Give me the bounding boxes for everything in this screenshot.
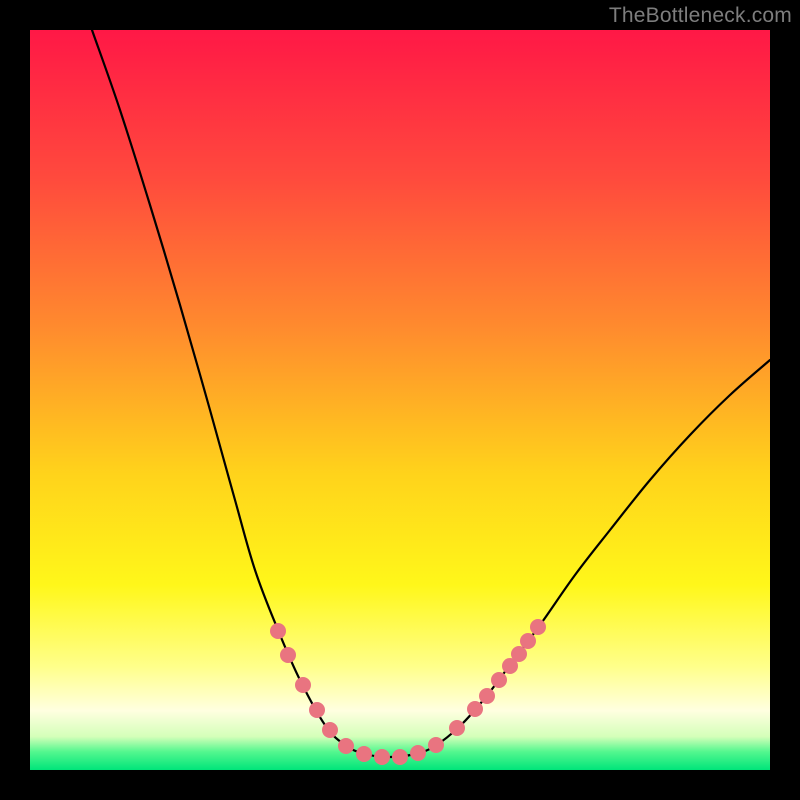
data-marker bbox=[520, 633, 536, 649]
data-marker bbox=[428, 737, 444, 753]
data-marker bbox=[270, 623, 286, 639]
curve-layer bbox=[30, 30, 770, 770]
data-marker bbox=[322, 722, 338, 738]
data-marker bbox=[280, 647, 296, 663]
data-marker bbox=[530, 619, 546, 635]
bottleneck-curve bbox=[92, 30, 770, 757]
data-marker bbox=[309, 702, 325, 718]
data-marker bbox=[491, 672, 507, 688]
data-marker bbox=[374, 749, 390, 765]
data-marker bbox=[410, 745, 426, 761]
data-markers bbox=[270, 619, 546, 765]
data-marker bbox=[338, 738, 354, 754]
chart-stage: TheBottleneck.com bbox=[0, 0, 800, 800]
data-marker bbox=[392, 749, 408, 765]
watermark-text: TheBottleneck.com bbox=[609, 4, 792, 28]
data-marker bbox=[449, 720, 465, 736]
data-marker bbox=[467, 701, 483, 717]
plot-area bbox=[30, 30, 770, 770]
data-marker bbox=[356, 746, 372, 762]
data-marker bbox=[511, 646, 527, 662]
data-marker bbox=[479, 688, 495, 704]
data-marker bbox=[295, 677, 311, 693]
